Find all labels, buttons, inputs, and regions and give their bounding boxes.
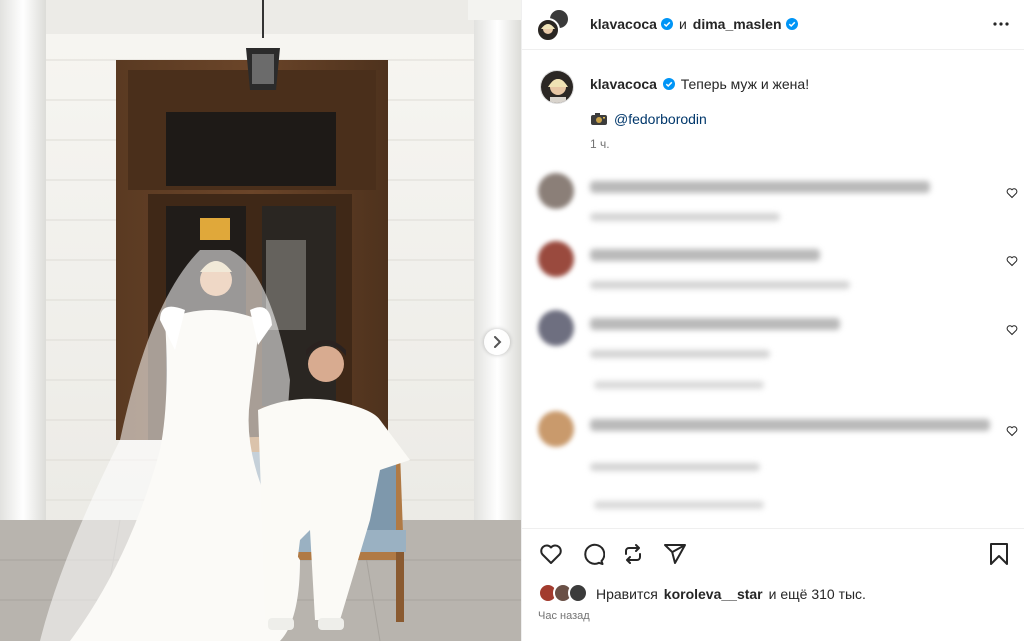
comment-avatar[interactable] [538, 310, 574, 346]
caption-timestamp[interactable]: 1 ч. [590, 137, 610, 151]
likes-count[interactable]: и ещё 310 тыс. [769, 586, 866, 602]
avatar-author[interactable] [536, 18, 560, 42]
next-photo-button[interactable] [484, 329, 510, 355]
comment-avatar[interactable] [538, 411, 574, 447]
bookmark-icon [990, 543, 1008, 565]
share-icon [664, 544, 686, 564]
verified-badge-icon [662, 78, 675, 90]
comment-meta [590, 350, 770, 358]
likes-prefix: Нравится [596, 586, 658, 602]
caption-text: Теперь муж и жена! [680, 76, 810, 92]
view-replies-link[interactable] [594, 501, 764, 509]
caption-text-block: klavacoca Теперь муж и жена! [590, 75, 1000, 93]
heart-icon[interactable] [1006, 425, 1018, 437]
liker-avatars[interactable] [538, 583, 590, 605]
comment-text [590, 419, 990, 431]
caption-username[interactable]: klavacoca [590, 76, 657, 92]
photographer-mention[interactable]: @fedorborodin [614, 111, 707, 127]
chevron-right-icon [494, 336, 502, 348]
post-header: klavacoca и dima_maslen [522, 0, 1024, 50]
save-button[interactable] [986, 541, 1012, 567]
heart-icon[interactable] [1006, 187, 1018, 199]
more-options-icon [993, 22, 1009, 26]
post-time-ago[interactable]: Час назад [538, 610, 590, 622]
comment-button[interactable] [580, 541, 606, 567]
author-username[interactable]: klavacoca [590, 16, 657, 32]
post-authors: klavacoca и dima_maslen [590, 16, 798, 32]
comment-meta [590, 213, 780, 221]
photo-credit: @fedorborodin [590, 111, 707, 127]
like-button[interactable] [538, 541, 564, 567]
coauthor-username[interactable]: dima_maslen [693, 16, 782, 32]
camera-icon [591, 113, 607, 125]
liker-avatar [568, 583, 588, 603]
likes-summary: Нравится koroleva__star и ещё 310 тыс. [538, 583, 866, 605]
wedding-photo-image [0, 0, 521, 641]
and-word: и [678, 16, 687, 32]
post-photo[interactable] [0, 0, 521, 641]
caption-avatar[interactable] [540, 70, 574, 104]
repost-icon [625, 544, 641, 564]
heart-icon[interactable] [1006, 324, 1018, 336]
likes-user[interactable]: koroleva__star [664, 586, 763, 602]
comment-text [590, 181, 930, 193]
comment-meta [590, 463, 760, 471]
comment-text [590, 318, 840, 330]
verified-badge-icon [785, 18, 798, 30]
verified-badge-icon [660, 18, 673, 30]
comment-text [590, 249, 820, 261]
comment-icon [584, 543, 605, 565]
collab-avatars[interactable] [536, 8, 570, 42]
comment-avatar[interactable] [538, 241, 574, 277]
share-button[interactable] [662, 541, 688, 567]
more-options-button[interactable] [991, 14, 1011, 34]
post-side-panel: klavacoca и dima_maslen klavacoca Теперь… [521, 0, 1024, 641]
heart-icon[interactable] [1006, 255, 1018, 267]
repost-button[interactable] [620, 541, 646, 567]
heart-icon [540, 544, 562, 564]
comment-meta [590, 281, 850, 289]
view-replies-link[interactable] [594, 381, 764, 389]
post-actions [522, 528, 1024, 580]
comments-list [522, 165, 1024, 525]
comment-avatar[interactable] [538, 173, 574, 209]
